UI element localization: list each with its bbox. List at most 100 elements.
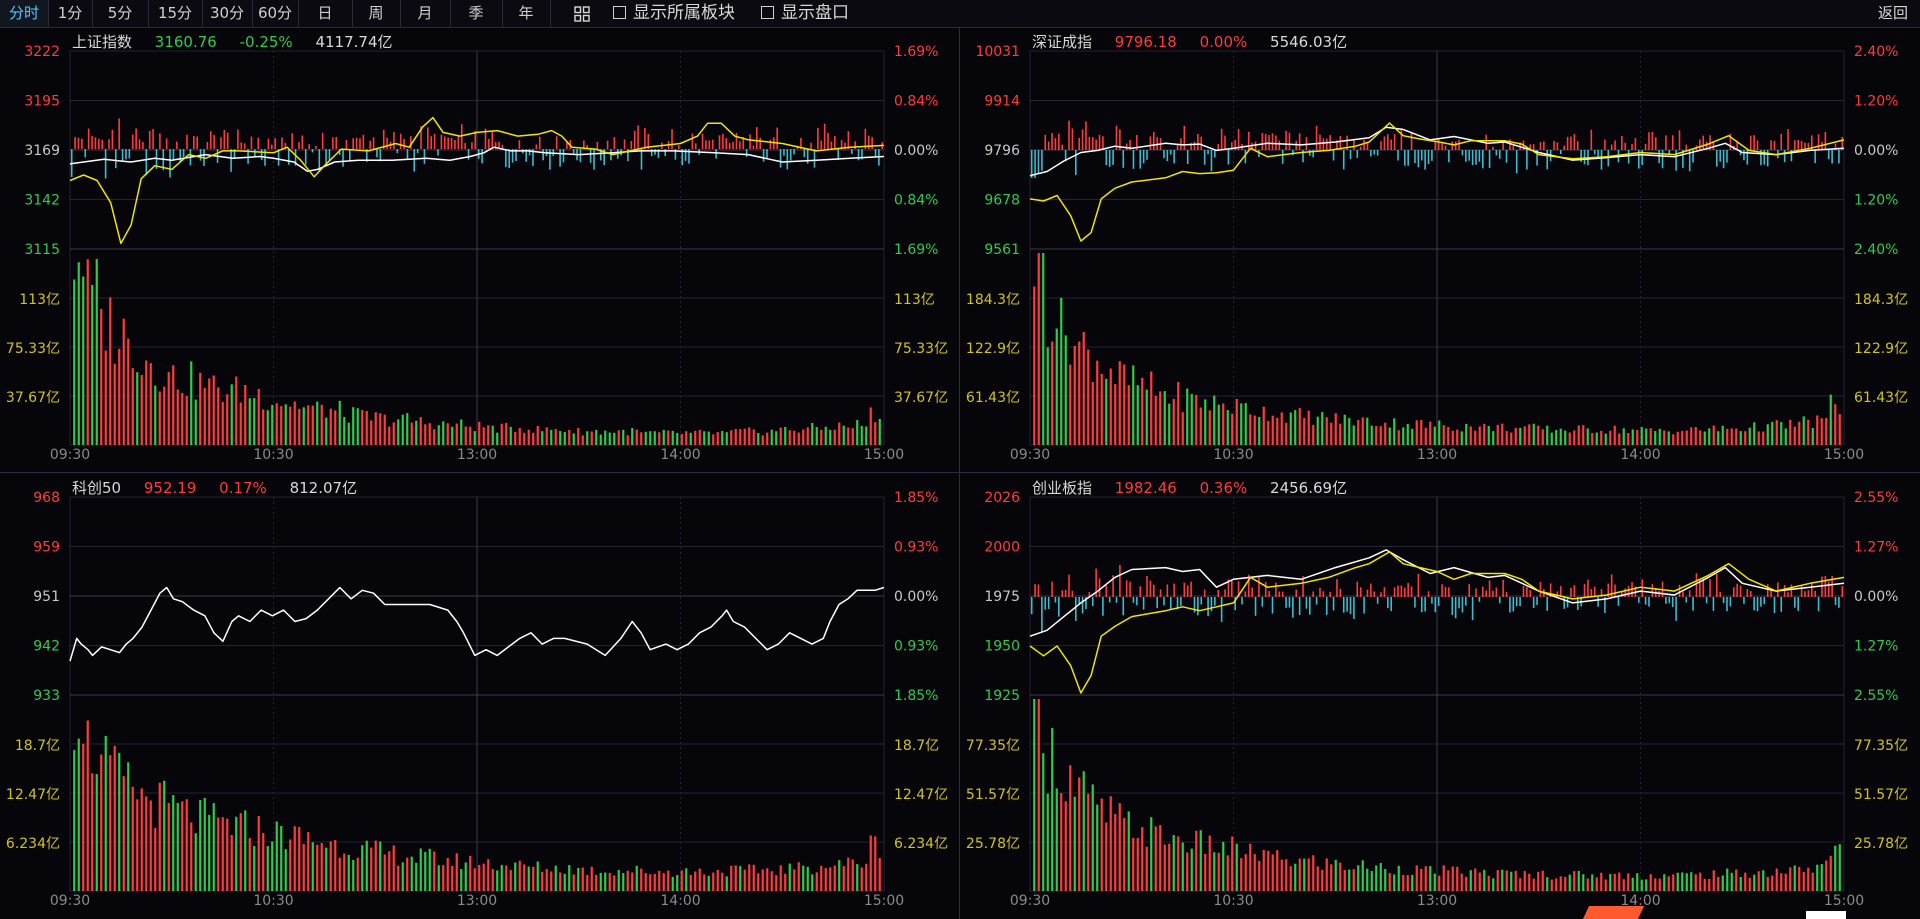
- pct-tick-label: 2.55%: [1854, 490, 1898, 506]
- index-amount: 5546.03亿: [1270, 33, 1348, 51]
- index-name: 深证成指: [1032, 33, 1093, 51]
- volume-tick-label-left: 6.234亿: [6, 836, 60, 852]
- pct-tick-label: 2.40%: [1854, 44, 1898, 60]
- index-change: 0.00%: [1199, 33, 1248, 51]
- corner-ad-fragment: [1806, 911, 1846, 919]
- tab-year[interactable]: 年: [502, 0, 551, 27]
- tab-week[interactable]: 周: [352, 0, 401, 27]
- volume-tick-label-right: 12.47亿: [894, 787, 948, 803]
- pct-tick-label: 1.69%: [894, 242, 938, 258]
- price-tick-label: 9678: [984, 193, 1020, 209]
- volume-tick-label-left: 184.3亿: [966, 292, 1020, 308]
- toolbar: 分时 1分 5分 15分 30分 60分 日 周 月 季 年 显示所属板块 显示…: [0, 0, 1920, 28]
- time-tick-label: 09:30: [1010, 893, 1050, 909]
- tab-60min[interactable]: 60分: [252, 0, 299, 27]
- price-tick-label: 10031: [975, 44, 1020, 60]
- price-tick-label: 1975: [984, 589, 1020, 605]
- intraday-chart[interactable]: 10031 9914 9796 9678 9561 2.40% 1.20% 0.00% 1.20…: [960, 27, 1918, 472]
- tab-month[interactable]: 月: [400, 0, 451, 27]
- index-amount: 4117.74亿: [315, 33, 393, 51]
- pct-tick-label: 1.27%: [1854, 540, 1898, 556]
- price-tick-label: 3169: [24, 143, 60, 159]
- price-tick-label: 3222: [24, 44, 60, 60]
- time-tick-label: 09:30: [1010, 447, 1050, 463]
- volume-tick-label-right: 51.57亿: [1854, 787, 1908, 803]
- time-tick-label: 13:00: [1417, 893, 1457, 909]
- index-price: 9796.18: [1114, 33, 1177, 51]
- pct-tick-label: 0.93%: [894, 540, 938, 556]
- tab-intraday[interactable]: 分时: [0, 0, 49, 27]
- intraday-chart[interactable]: 968 959 951 942 933 1.85% 0.93% 0.00% 0.93% 1.85%…: [0, 473, 958, 918]
- volume-tick-label-left: 77.35亿: [966, 738, 1020, 754]
- index-name: 科创50: [72, 479, 122, 497]
- show-sector-checkbox[interactable]: 显示所属板块: [613, 0, 735, 27]
- index-amount: 2456.69亿: [1270, 479, 1348, 497]
- time-tick-label: 13:00: [1417, 447, 1457, 463]
- pct-tick-label: 0.93%: [894, 639, 938, 655]
- volume-tick-label-left: 61.43亿: [966, 390, 1020, 406]
- price-tick-label: 9561: [984, 242, 1020, 258]
- index-name: 上证指数: [72, 33, 133, 51]
- show-tape-checkbox[interactable]: 显示盘口: [761, 0, 849, 27]
- volume-tick-label-right: 18.7亿: [894, 738, 939, 754]
- time-tick-label: 10:30: [1213, 447, 1253, 463]
- volume-tick-label-right: 113亿: [894, 292, 935, 308]
- tab-1min[interactable]: 1分: [48, 0, 93, 27]
- price-tick-label: 951: [33, 589, 60, 605]
- chart-panel-szse-component[interactable]: 10031 9914 9796 9678 9561 2.40% 1.20% 0.00% 1.20…: [960, 27, 1918, 472]
- pct-tick-label: 2.55%: [1854, 688, 1898, 704]
- show-tape-label: 显示盘口: [781, 3, 849, 23]
- time-tick-label: 10:30: [1213, 893, 1253, 909]
- index-change: -0.25%: [239, 33, 293, 51]
- tab-season[interactable]: 季: [450, 0, 503, 27]
- price-tick-label: 968: [33, 490, 60, 506]
- pct-tick-label: 1.27%: [1854, 639, 1898, 655]
- volume-tick-label-right: 75.33亿: [894, 341, 948, 357]
- time-tick-label: 14:00: [660, 893, 700, 909]
- intraday-chart[interactable]: 2026 2000 1975 1950 1925 2.55% 1.27% 0.00% 1.27%…: [960, 473, 1918, 918]
- volume-tick-label-right: 184.3亿: [1854, 292, 1908, 308]
- volume-tick-label-left: 18.7亿: [15, 738, 60, 754]
- tab-15min[interactable]: 15分: [148, 0, 203, 27]
- volume-tick-label-left: 37.67亿: [6, 390, 60, 406]
- tab-30min[interactable]: 30分: [202, 0, 253, 27]
- panel-header: 科创50 952.19 0.17% 812.07亿: [72, 477, 375, 498]
- back-button[interactable]: 返回: [1878, 0, 1908, 27]
- panel-header: 上证指数 3160.76 -0.25% 4117.74亿: [72, 31, 411, 52]
- corner-ad-fragment: [1582, 906, 1645, 919]
- pct-tick-label: 1.20%: [1854, 94, 1898, 110]
- price-tick-label: 2000: [984, 540, 1020, 556]
- price-tick-label: 3142: [24, 193, 60, 209]
- volume-tick-label-left: 51.57亿: [966, 787, 1020, 803]
- time-tick-label: 15:00: [1824, 447, 1864, 463]
- time-tick-label: 10:30: [253, 893, 293, 909]
- price-tick-label: 2026: [984, 490, 1020, 506]
- time-tick-label: 09:30: [50, 893, 90, 909]
- tab-5min[interactable]: 5分: [92, 0, 149, 27]
- volume-tick-label-right: 61.43亿: [1854, 390, 1908, 406]
- panel-header: 创业板指 1982.46 0.36% 2456.69亿: [1032, 477, 1365, 498]
- pct-tick-label: 0.84%: [894, 193, 938, 209]
- chart-panel-sse-composite[interactable]: 3222 3195 3169 3142 3115 1.69% 0.84% 0.00% 0.84%…: [0, 27, 958, 472]
- pct-tick-label: 1.69%: [894, 44, 938, 60]
- time-tick-label: 13:00: [457, 893, 497, 909]
- time-tick-label: 14:00: [1620, 447, 1660, 463]
- time-tick-label: 15:00: [864, 447, 904, 463]
- chart-panel-chinext[interactable]: 2026 2000 1975 1950 1925 2.55% 1.27% 0.00% 1.27%…: [960, 473, 1918, 918]
- volume-tick-label-right: 6.234亿: [894, 836, 948, 852]
- time-tick-label: 15:00: [1824, 893, 1864, 909]
- time-tick-label: 09:30: [50, 447, 90, 463]
- time-tick-label: 10:30: [253, 447, 293, 463]
- index-amount: 812.07亿: [289, 479, 358, 497]
- pct-tick-label: 0.84%: [894, 94, 938, 110]
- pct-tick-label: 0.00%: [894, 589, 938, 605]
- price-tick-label: 933: [33, 688, 60, 704]
- checkbox-icon: [613, 6, 626, 19]
- tab-day[interactable]: 日: [298, 0, 353, 27]
- intraday-chart[interactable]: 3222 3195 3169 3142 3115 1.69% 0.84% 0.00% 0.84%…: [0, 27, 958, 472]
- price-tick-label: 3195: [24, 94, 60, 110]
- grid-layout-icon[interactable]: [574, 6, 590, 22]
- index-price: 1982.46: [1114, 479, 1177, 497]
- volume-tick-label-right: 77.35亿: [1854, 738, 1908, 754]
- chart-panel-star50[interactable]: 968 959 951 942 933 1.85% 0.93% 0.00% 0.93% 1.85%…: [0, 473, 958, 918]
